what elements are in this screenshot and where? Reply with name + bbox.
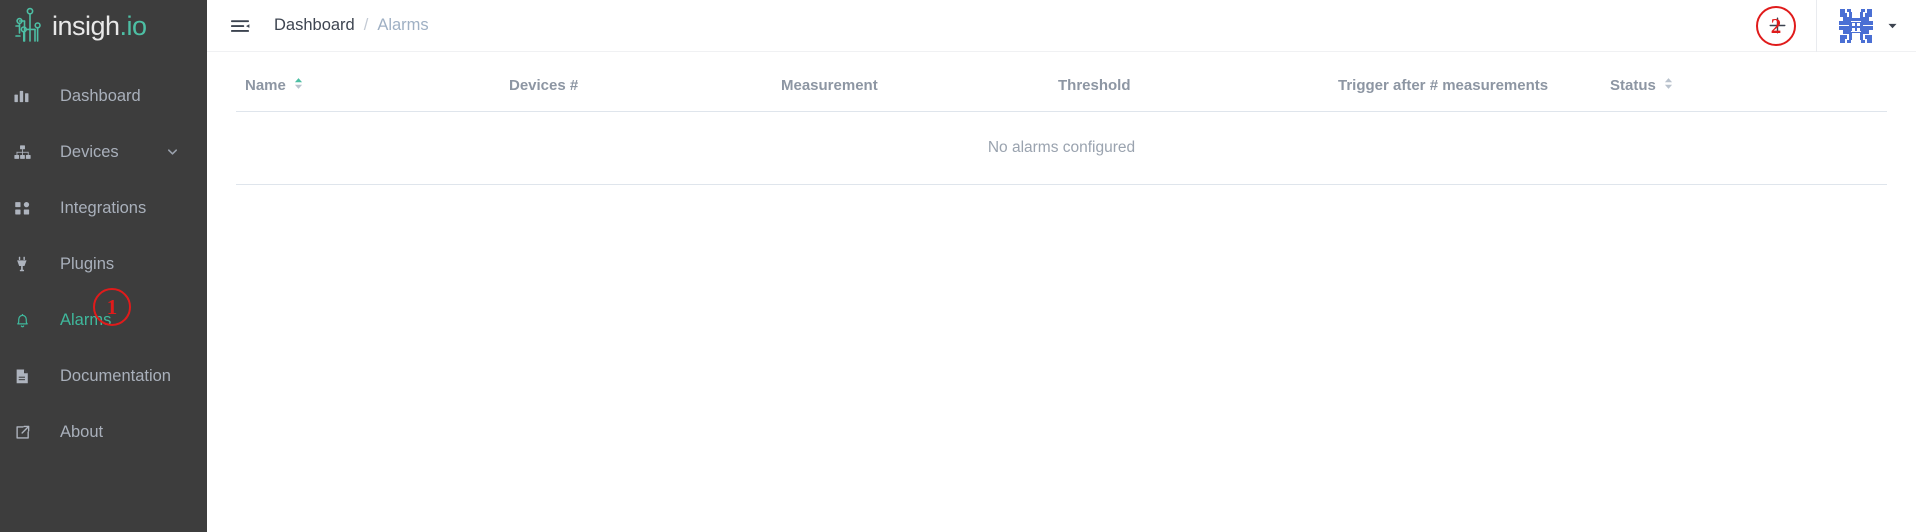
breadcrumb: Dashboard / Alarms — [274, 16, 429, 35]
topbar: Dashboard / Alarms — [207, 0, 1916, 52]
column-label: Measurement — [781, 77, 878, 94]
document-icon — [14, 368, 40, 385]
add-alarm-button[interactable] — [1760, 9, 1794, 43]
circuit-nodes-icon — [14, 7, 48, 45]
empty-state-row: No alarms configured — [236, 111, 1887, 185]
grid-squares-icon — [14, 200, 40, 217]
column-header-name[interactable]: Name — [236, 52, 509, 112]
sidebar-nav: Dashboard Devices Integrations Plugins A… — [0, 68, 207, 460]
column-label: Threshold — [1058, 77, 1131, 94]
main-area: Dashboard / Alarms Name Devices # Measur… — [207, 0, 1916, 532]
column-header-trigger: Trigger after # measurements — [1338, 52, 1610, 112]
column-label: Name — [245, 77, 286, 94]
caret-down-icon[interactable] — [1887, 20, 1898, 31]
brand-name: insigh.io — [52, 10, 147, 41]
sidebar-item-label: Devices — [60, 142, 119, 161]
sort-icon-ascending[interactable] — [294, 77, 303, 94]
alarms-content: Name Devices # Measurement Threshold Tri… — [207, 52, 1916, 532]
column-label: Trigger after # measurements — [1338, 77, 1549, 94]
alarms-table: Name Devices # Measurement Threshold Tri… — [236, 52, 1887, 185]
sidebar-item-label: Dashboard — [60, 86, 141, 105]
hamburger-collapse-icon[interactable] — [227, 13, 253, 39]
sitemap-icon — [14, 144, 40, 161]
sidebar-item-label: Alarms — [60, 310, 112, 329]
identicon-avatar — [1837, 7, 1875, 45]
sidebar-item-integrations[interactable]: Integrations — [0, 180, 207, 236]
sidebar-item-label: Plugins — [60, 254, 115, 273]
bell-icon — [14, 312, 40, 329]
sort-icon-none[interactable] — [1664, 77, 1673, 94]
column-header-measurement: Measurement — [781, 52, 1058, 112]
chevron-down-icon[interactable] — [166, 146, 179, 159]
breadcrumb-alarms: Alarms — [377, 16, 429, 34]
bar-chart-icon — [14, 88, 40, 105]
sidebar-item-alarms[interactable]: Alarms — [0, 292, 207, 348]
column-header-threshold: Threshold — [1058, 52, 1338, 112]
topbar-actions — [1760, 0, 1898, 52]
empty-state-message: No alarms configured — [236, 111, 1887, 185]
column-label: Status — [1610, 77, 1656, 94]
alarms-table-head: Name Devices # Measurement Threshold Tri… — [236, 52, 1887, 112]
column-header-status[interactable]: Status — [1610, 52, 1887, 112]
plug-icon — [14, 256, 40, 273]
table-header-row: Name Devices # Measurement Threshold Tri… — [236, 52, 1887, 112]
external-link-icon — [14, 424, 40, 441]
column-header-devices: Devices # — [509, 52, 781, 112]
sidebar: insigh.io Dashboard Devices Integrations… — [0, 0, 207, 532]
sidebar-item-label: Documentation — [60, 366, 171, 385]
sidebar-item-label: About — [60, 422, 104, 441]
sidebar-item-label: Integrations — [60, 198, 147, 217]
column-label: Devices # — [509, 77, 579, 94]
sidebar-item-devices[interactable]: Devices — [0, 124, 207, 180]
sidebar-item-documentation[interactable]: Documentation — [0, 348, 207, 404]
topbar-divider — [1816, 0, 1817, 52]
alarms-table-body: No alarms configured — [236, 111, 1887, 185]
breadcrumb-separator: / — [363, 16, 369, 34]
app-root: insigh.io Dashboard Devices Integrations… — [0, 0, 1916, 532]
sidebar-item-about[interactable]: About — [0, 404, 207, 460]
user-menu[interactable] — [1837, 7, 1898, 45]
sidebar-item-dashboard[interactable]: Dashboard — [0, 68, 207, 124]
brand-logo[interactable]: insigh.io — [0, 0, 207, 52]
sidebar-item-plugins[interactable]: Plugins — [0, 236, 207, 292]
breadcrumb-dashboard[interactable]: Dashboard — [274, 16, 355, 35]
